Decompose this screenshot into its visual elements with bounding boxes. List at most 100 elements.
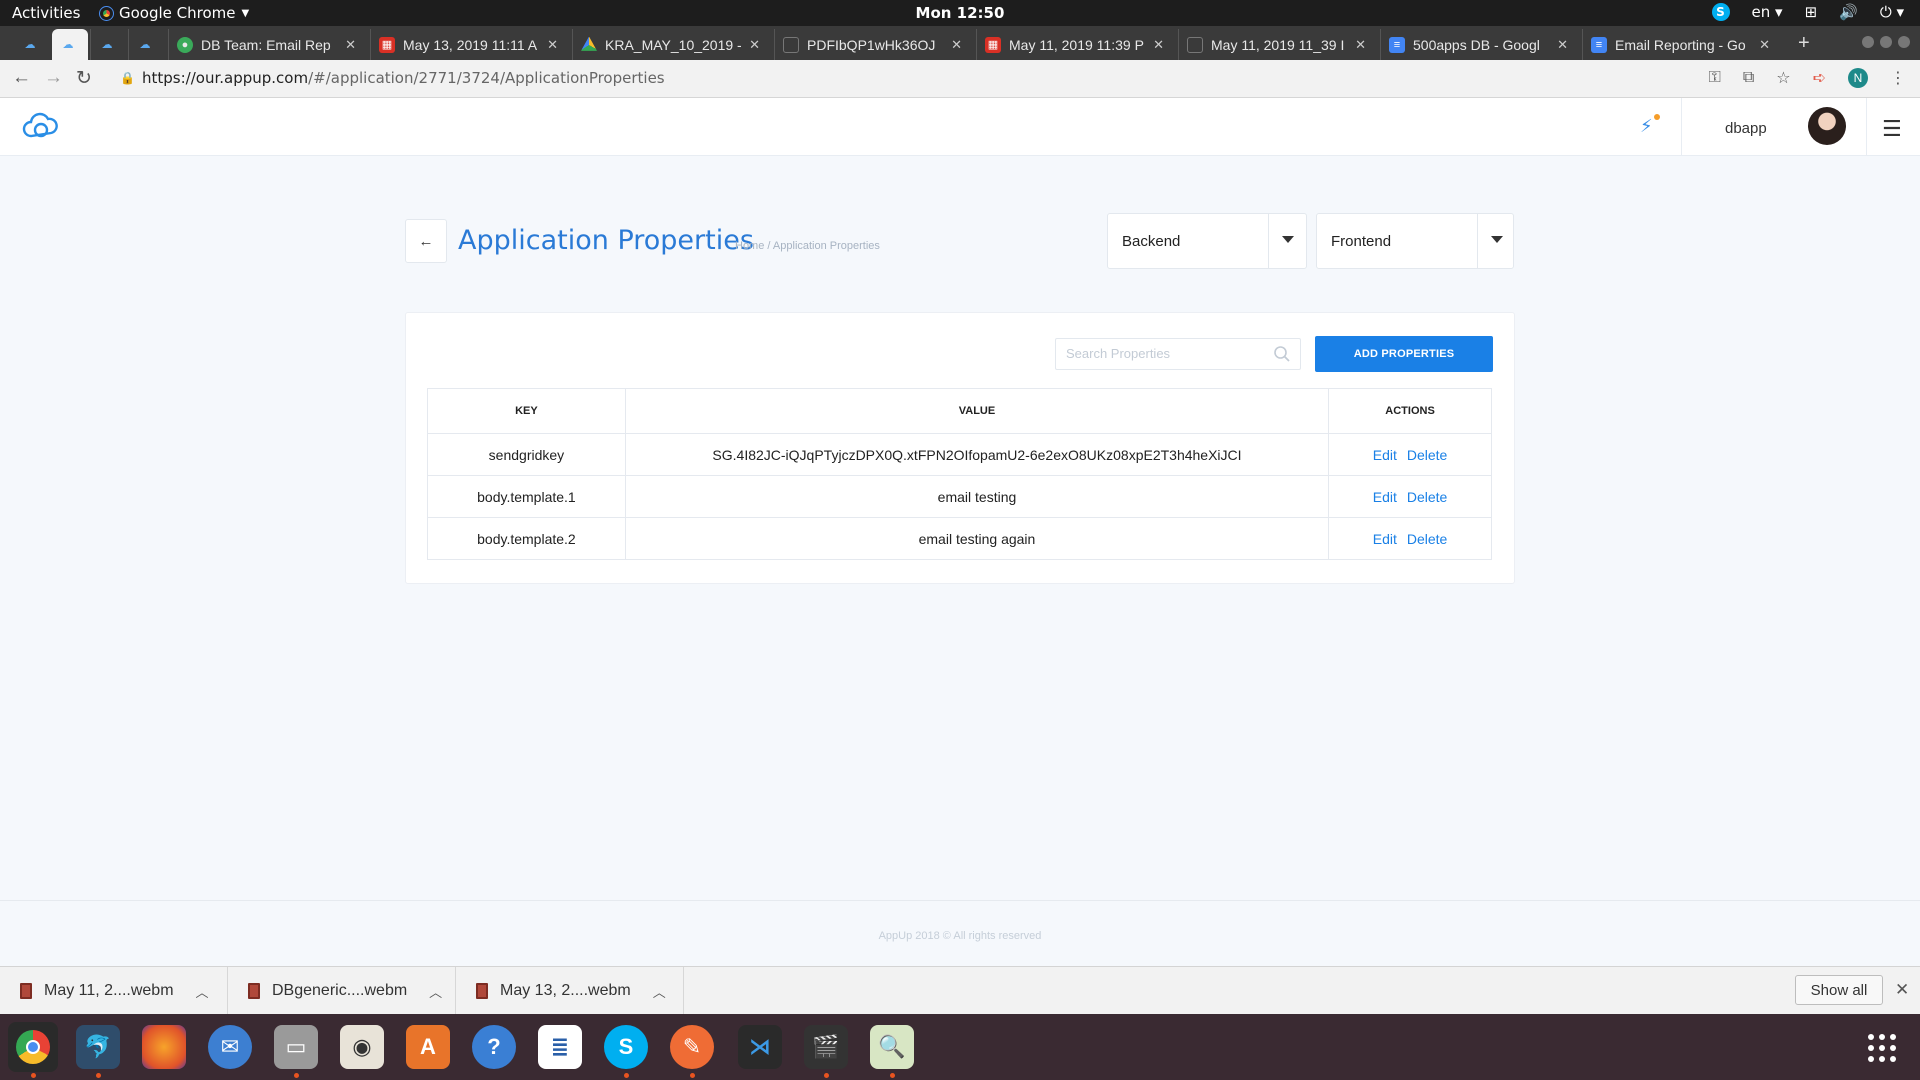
divider <box>1268 214 1269 268</box>
reload-icon[interactable]: ↻ <box>76 67 92 90</box>
volume-icon[interactable]: 🔊 <box>1839 3 1858 21</box>
column-header-value: VALUE <box>624 388 1330 434</box>
browser-tab[interactable]: May 11, 2019 11_39 I ✕ <box>1178 29 1374 60</box>
breadcrumb-home[interactable]: Home <box>735 240 764 252</box>
translate-icon[interactable]: ⧉ <box>1743 69 1754 87</box>
new-tab-button[interactable]: + <box>1798 32 1810 55</box>
skype-tray-icon[interactable]: S <box>1711 3 1730 21</box>
mysql-workbench-icon[interactable]: 🐬 <box>76 1025 120 1069</box>
tab-strip: ☁ ☁ ☁ ☁ ● DB Team: Email Rep ✕ ▦ May 13,… <box>0 26 1920 60</box>
delete-link[interactable]: Delete <box>1407 447 1447 463</box>
close-icon[interactable]: ✕ <box>1759 37 1770 53</box>
hamburger-menu-icon[interactable]: ☰ <box>1882 116 1902 142</box>
frontend-select[interactable]: Frontend <box>1316 213 1514 269</box>
close-icon[interactable]: ✕ <box>951 37 962 53</box>
key-icon[interactable]: ⚿ <box>1709 69 1721 87</box>
rhythmbox-icon[interactable]: ◉ <box>340 1025 384 1069</box>
delete-link[interactable]: Delete <box>1407 531 1447 547</box>
browser-tab[interactable]: ☁ <box>90 29 126 60</box>
show-applications-icon[interactable] <box>1868 1034 1896 1062</box>
search-properties-field[interactable] <box>1055 338 1301 370</box>
browser-tab-active[interactable]: ☁ <box>52 29 88 60</box>
skype-icon[interactable]: S <box>604 1025 648 1069</box>
tab-title: Email Reporting - Go <box>1615 36 1746 53</box>
tab-title: May 11, 2019 11_39 I <box>1211 36 1345 53</box>
address-bar[interactable]: https://our.appup.com/#/application/2771… <box>142 69 665 87</box>
delete-link[interactable]: Delete <box>1407 489 1447 505</box>
thunderbird-icon[interactable]: ✉ <box>208 1025 252 1069</box>
network-icon[interactable]: ⊞ <box>1805 3 1818 21</box>
property-key: body.template.1 <box>427 475 626 518</box>
firefox-icon[interactable] <box>142 1025 186 1069</box>
browser-tab[interactable]: ≡ Email Reporting - Go ✕ <box>1582 29 1778 60</box>
chevron-up-icon[interactable]: ︿ <box>429 982 442 1001</box>
image-viewer-icon[interactable]: 🔍 <box>870 1025 914 1069</box>
forward-arrow-icon[interactable]: → <box>44 67 63 89</box>
keyboard-layout[interactable]: en ▾ <box>1752 3 1783 21</box>
profile-avatar[interactable]: N <box>1848 68 1868 88</box>
divider <box>1866 98 1867 156</box>
close-icon[interactable]: ✕ <box>1355 37 1366 53</box>
footer-copyright: AppUp 2018 © All rights reserved <box>878 930 1042 942</box>
minimize-icon[interactable] <box>1862 36 1874 48</box>
power-icon[interactable]: ⏻ ▾ <box>1880 3 1904 21</box>
running-indicator <box>890 1073 895 1078</box>
file-icon <box>1187 36 1203 53</box>
search-input[interactable] <box>1066 346 1266 361</box>
close-icon[interactable]: ✕ <box>1557 37 1568 53</box>
star-icon[interactable]: ☆ <box>1776 68 1790 88</box>
lock-icon[interactable]: 🔒 <box>120 71 135 85</box>
browser-tab[interactable]: PDFIbQP1wHk36OJ ✕ <box>774 29 970 60</box>
backend-select[interactable]: Backend <box>1107 213 1307 269</box>
system-tray[interactable]: S en ▾ ⊞ 🔊 ⏻ ▾ <box>1711 3 1904 21</box>
appup-logo-icon[interactable] <box>22 112 60 145</box>
clock[interactable]: Mon 12:50 <box>0 4 1920 22</box>
browser-tab[interactable]: ≡ 500apps DB - Googl ✕ <box>1380 29 1576 60</box>
download-item[interactable]: DBgeneric....webm ︿ <box>228 967 456 1015</box>
edit-link[interactable]: Edit <box>1373 489 1397 505</box>
close-icon[interactable]: ✕ <box>1153 37 1164 53</box>
window-controls[interactable] <box>1862 36 1910 48</box>
breadcrumb-current: Application Properties <box>772 240 880 252</box>
software-center-icon[interactable]: A <box>406 1025 450 1069</box>
writer-icon[interactable]: ≣ <box>538 1025 582 1069</box>
url-host: https://our.appup.com <box>142 69 309 87</box>
chevron-up-icon[interactable]: ︿ <box>196 982 209 1001</box>
close-icon[interactable]: ✕ <box>345 37 356 53</box>
edit-link[interactable]: Edit <box>1373 447 1397 463</box>
postman-icon[interactable]: ✎ <box>670 1025 714 1069</box>
show-all-button[interactable]: Show all <box>1795 975 1883 1005</box>
running-indicator <box>31 1073 36 1078</box>
browser-tab[interactable]: ● DB Team: Email Rep ✕ <box>168 29 364 60</box>
download-item[interactable]: May 13, 2....webm ︿ <box>456 967 684 1015</box>
notifications-bolt-icon[interactable]: ⚡ <box>1640 116 1653 137</box>
kebab-menu-icon[interactable]: ⋮ <box>1890 68 1906 88</box>
user-name[interactable]: dbapp <box>1725 120 1767 137</box>
edit-link[interactable]: Edit <box>1373 531 1397 547</box>
browser-tab[interactable]: ☁ <box>14 29 50 60</box>
back-arrow-icon[interactable]: ← <box>12 67 31 89</box>
files-icon[interactable]: ▭ <box>274 1025 318 1069</box>
chrome-icon[interactable] <box>8 1022 58 1072</box>
close-icon[interactable]: ✕ <box>749 37 760 53</box>
extension-icon[interactable]: ➪ <box>1813 68 1826 88</box>
vscode-icon[interactable]: ⋊ <box>738 1025 782 1069</box>
chevron-up-icon[interactable]: ︿ <box>653 982 666 1001</box>
browser-tab[interactable]: KRA_MAY_10_2019 - ✕ <box>572 29 768 60</box>
download-item[interactable]: May 11, 2....webm ︿ <box>0 967 228 1015</box>
browser-tab[interactable]: ☁ <box>128 29 164 60</box>
help-icon[interactable]: ? <box>472 1025 516 1069</box>
calendar-icon: ▦ <box>379 36 395 53</box>
download-filename: DBgeneric....webm <box>272 982 408 999</box>
back-button[interactable]: ← <box>405 219 447 263</box>
running-indicator <box>96 1073 101 1078</box>
browser-tab[interactable]: ▦ May 13, 2019 11:11 A ✕ <box>370 29 566 60</box>
add-properties-button[interactable]: ADD PROPERTIES <box>1315 336 1493 372</box>
close-window-icon[interactable] <box>1898 36 1910 48</box>
video-editor-icon[interactable]: 🎬 <box>804 1025 848 1069</box>
close-icon[interactable]: ✕ <box>547 37 558 53</box>
maximize-icon[interactable] <box>1880 36 1892 48</box>
browser-tab[interactable]: ▦ May 11, 2019 11:39 P ✕ <box>976 29 1172 60</box>
close-icon[interactable]: ✕ <box>1895 980 1909 1000</box>
avatar[interactable] <box>1808 107 1846 145</box>
